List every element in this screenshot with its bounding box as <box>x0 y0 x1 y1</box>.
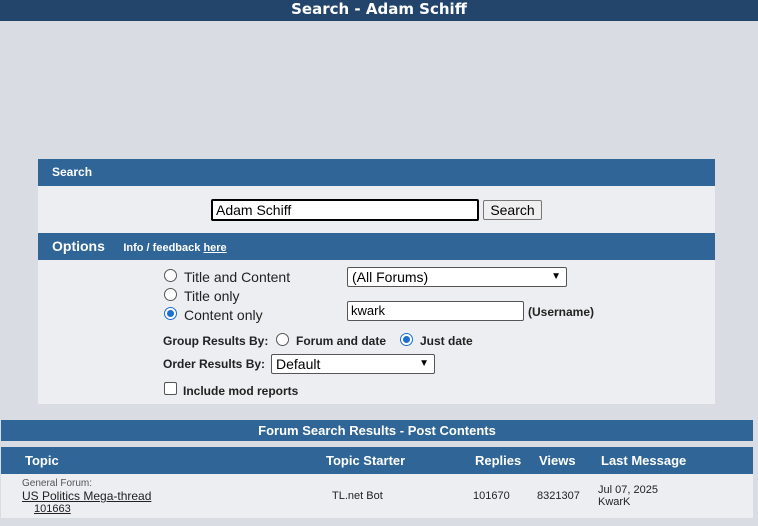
options-panel-body: Title and Content Title only Content onl… <box>38 260 715 404</box>
search-header-label: Search <box>52 165 93 179</box>
col-replies: Replies <box>475 453 522 468</box>
options-header-label: Options <box>52 238 105 254</box>
username-label: (Username) <box>528 305 595 319</box>
forum-select[interactable]: (All Forums) ▼ <box>347 267 567 287</box>
info-feedback: Info / feedback here <box>123 242 226 254</box>
col-last-message: Last Message <box>601 453 687 468</box>
search-button[interactable]: Search <box>483 200 542 220</box>
search-panel-body: Search <box>38 186 715 233</box>
row-starter: TL.net Bot <box>332 490 383 502</box>
mod-reports-checkbox[interactable] <box>164 382 177 395</box>
info-feedback-link[interactable]: here <box>203 242 226 254</box>
mod-reports-label: Include mod reports <box>183 384 299 398</box>
group-label-forum-and-date: Forum and date <box>296 334 387 348</box>
username-input[interactable]: kwark <box>347 301 524 321</box>
order-select-value: Default <box>276 356 321 372</box>
row-forum: General Forum: <box>22 478 93 489</box>
scope-label-title-only: Title only <box>184 288 240 304</box>
search-input[interactable] <box>211 199 479 221</box>
scope-radio-title-and-content[interactable] <box>164 269 177 282</box>
info-feedback-label: Info / feedback <box>123 242 201 254</box>
scope-label-title-and-content: Title and Content <box>184 269 291 285</box>
row-views: 8321307 <box>537 490 580 502</box>
group-results-label: Group Results By: <box>163 334 269 348</box>
results-column-header: Topic Topic Starter Replies Views Last M… <box>1 447 753 474</box>
chevron-down-icon: ▼ <box>419 358 429 369</box>
group-radio-forum-and-date[interactable] <box>276 333 289 346</box>
row-topic-link[interactable]: US Politics Mega-thread <box>22 489 151 503</box>
row-last-user: KwarK <box>598 496 631 508</box>
row-replies: 101670 <box>473 490 510 502</box>
col-topic: Topic <box>25 453 59 468</box>
order-results-label: Order Results By: <box>163 357 266 371</box>
group-label-just-date: Just date <box>420 334 473 348</box>
chevron-down-icon: ▼ <box>551 271 561 282</box>
col-views: Views <box>539 453 576 468</box>
scope-radio-content-only[interactable] <box>164 307 177 320</box>
order-select[interactable]: Default ▼ <box>271 354 435 374</box>
results-header: Forum Search Results - Post Contents <box>1 420 753 441</box>
search-panel-header: Search <box>38 159 715 186</box>
table-row: General Forum: US Politics Mega-thread 1… <box>1 474 753 518</box>
group-radio-just-date[interactable] <box>400 333 413 346</box>
scope-radio-title-only[interactable] <box>164 288 177 301</box>
username-value: kwark <box>351 303 385 318</box>
page-title: Search - Adam Schiff <box>0 0 758 21</box>
forum-select-value: (All Forums) <box>352 269 429 285</box>
col-topic-starter: Topic Starter <box>326 453 406 468</box>
row-last-date: Jul 07, 2025 <box>598 484 658 496</box>
options-panel-header: Options Info / feedback here <box>38 233 715 260</box>
scope-label-content-only: Content only <box>184 307 263 323</box>
row-post-link[interactable]: 101663 <box>34 503 71 515</box>
